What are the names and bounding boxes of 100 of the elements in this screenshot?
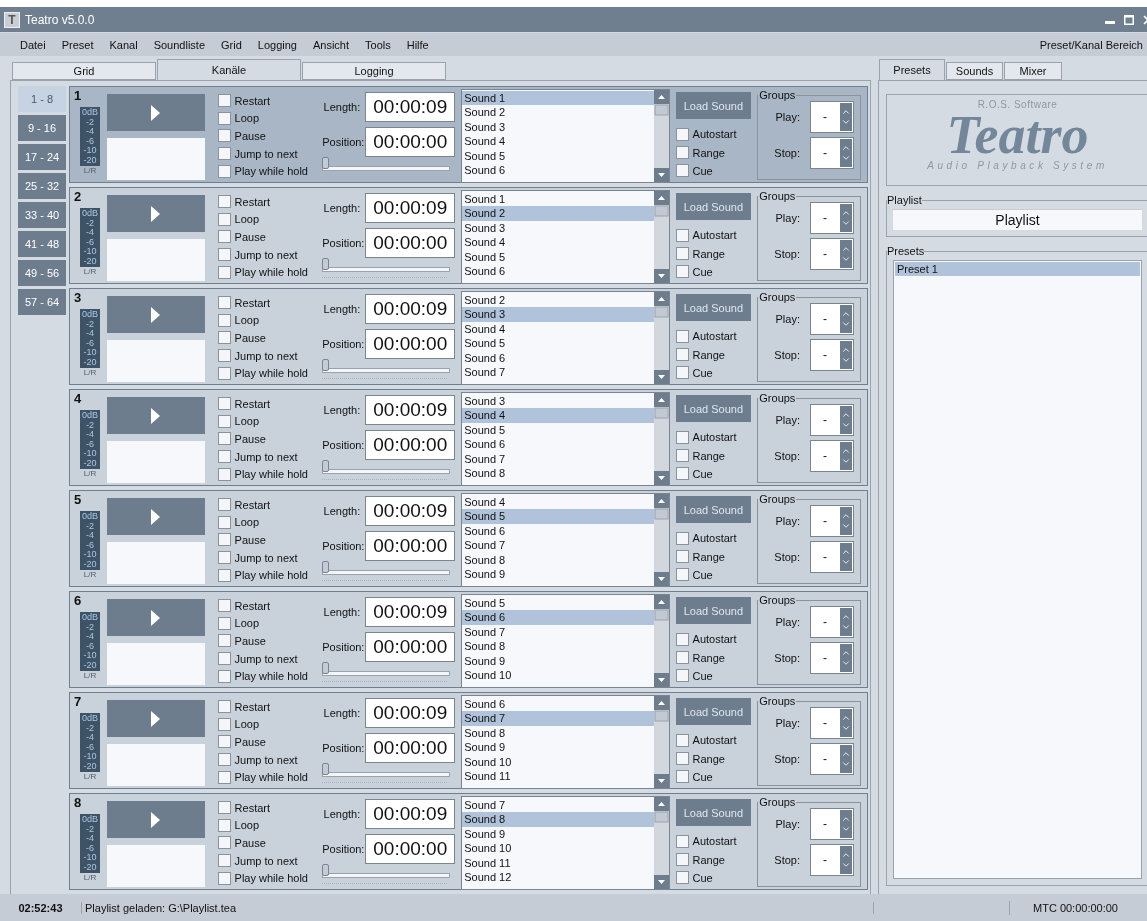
sound-list-item[interactable]: Sound 8 (462, 639, 654, 654)
load-sound-button[interactable]: Load Sound (675, 496, 752, 523)
spinner-arrows-icon[interactable] (840, 543, 852, 571)
sound-list-item[interactable]: Sound 7 (462, 711, 654, 726)
sound-list-item[interactable]: Sound 1 (462, 91, 654, 106)
checkbox[interactable]: Autostart (675, 731, 752, 750)
checkbox[interactable]: Jump to next (217, 245, 323, 264)
spinner-arrows-icon[interactable] (840, 305, 852, 333)
checkbox[interactable]: Play while hold (217, 667, 323, 685)
group-spinner[interactable]: - (810, 642, 854, 674)
checkbox[interactable]: Loop (217, 816, 323, 835)
checkbox[interactable]: Loop (217, 412, 323, 431)
sound-list-item[interactable]: Sound 5 (462, 422, 654, 438)
checkbox[interactable]: Jump to next (217, 750, 323, 769)
checkbox[interactable]: Restart (217, 799, 323, 817)
tab[interactable]: Mixer (1004, 62, 1062, 80)
checkbox[interactable]: Restart (217, 698, 323, 716)
sound-list-item[interactable]: Sound 12 (462, 869, 654, 885)
checkbox[interactable]: Range (675, 850, 752, 869)
bank-button[interactable]: 1 - 8 (18, 86, 66, 112)
checkbox[interactable]: Cue (675, 363, 752, 382)
checkbox[interactable]: Range (675, 244, 752, 263)
sound-list-item[interactable]: Sound 6 (462, 610, 654, 625)
checkbox[interactable]: Cue (675, 464, 752, 483)
sound-list-item[interactable]: Sound 7 (462, 364, 654, 380)
checkbox[interactable]: Autostart (675, 832, 752, 851)
group-spinner[interactable]: - (810, 808, 854, 840)
sound-list-item[interactable]: Sound 3 (462, 394, 654, 409)
checkbox[interactable]: Restart (217, 395, 323, 413)
sound-list-item[interactable]: Sound 8 (462, 812, 654, 827)
sound-list[interactable]: Sound 5 Sound 6 Sound 7 Sound 8 Sound 9 Sound 10 (461, 594, 670, 688)
sound-list-item[interactable]: Sound 4 (462, 235, 654, 250)
slider-thumb[interactable] (322, 763, 330, 776)
group-spinner[interactable]: - (810, 303, 854, 335)
group-spinner[interactable]: - (810, 844, 854, 876)
checkbox[interactable]: Loop (217, 614, 323, 633)
checkbox[interactable]: Play while hold (217, 768, 323, 786)
spinner-arrows-icon[interactable] (840, 507, 852, 535)
checkbox[interactable]: Autostart (675, 327, 752, 346)
sound-list[interactable]: Sound 6 Sound 7 Sound 8 Sound 9 Sound 10 Sound 11 (461, 695, 670, 789)
sound-list-item[interactable]: Sound 10 (462, 841, 654, 856)
tab[interactable]: Sounds (946, 62, 1003, 80)
sound-list-item[interactable]: Sound 3 (462, 307, 654, 322)
sound-list[interactable]: Sound 4 Sound 5 Sound 6 Sound 7 Sound 8 Sound 9 (461, 493, 670, 587)
sound-list-item[interactable]: Sound 4 (462, 495, 654, 510)
load-sound-button[interactable]: Load Sound (675, 597, 752, 624)
tab[interactable]: Grid (12, 62, 156, 80)
sound-list-item[interactable]: Sound 9 (462, 826, 654, 842)
sound-list-item[interactable]: Sound 7 (462, 538, 654, 553)
slider-thumb[interactable] (322, 864, 330, 877)
play-button[interactable] (106, 801, 205, 839)
sound-list-item[interactable]: Sound 5 (462, 336, 654, 351)
checkbox[interactable]: Range (675, 143, 752, 162)
checkbox[interactable]: Pause (217, 632, 323, 650)
checkbox[interactable]: Pause (217, 430, 323, 448)
checkbox[interactable]: Jump to next (217, 649, 323, 668)
spinner-arrows-icon[interactable] (840, 810, 852, 838)
slider-thumb[interactable] (322, 662, 330, 675)
sound-list-item[interactable]: Sound 6 (462, 263, 654, 279)
checkbox[interactable]: Jump to next (217, 447, 323, 466)
menu-item[interactable]: Preset (53, 38, 102, 51)
checkbox[interactable]: Play while hold (217, 263, 323, 281)
sound-list-item[interactable]: Sound 4 (462, 321, 654, 337)
sound-list-item[interactable]: Sound 10 (462, 667, 654, 683)
spinner-arrows-icon[interactable] (840, 644, 852, 672)
scrollbar[interactable] (653, 595, 669, 687)
sound-list-item[interactable]: Sound 1 (462, 192, 654, 207)
spinner-arrows-icon[interactable] (840, 709, 852, 737)
slider-thumb[interactable] (322, 258, 330, 271)
spinner-arrows-icon[interactable] (840, 745, 852, 773)
sound-list-item[interactable]: Sound 3 (462, 119, 654, 135)
scrollbar[interactable] (653, 90, 669, 182)
checkbox[interactable]: Loop (217, 109, 323, 128)
sound-list-item[interactable]: Sound 6 (462, 350, 654, 365)
sound-list-item[interactable]: Sound 2 (462, 206, 654, 221)
menu-item[interactable]: Datei (12, 38, 54, 51)
sound-list[interactable]: Sound 3 Sound 4 Sound 5 Sound 6 Sound 7 Sound 8 (461, 392, 670, 486)
bank-button[interactable]: 49 - 56 (18, 260, 66, 286)
load-sound-button[interactable]: Load Sound (675, 294, 752, 321)
checkbox[interactable]: Restart (217, 193, 323, 211)
checkbox[interactable]: Range (675, 749, 752, 768)
group-spinner[interactable]: - (810, 606, 854, 638)
checkbox[interactable]: Pause (217, 329, 323, 347)
group-spinner[interactable]: - (810, 541, 854, 573)
checkbox[interactable]: Play while hold (217, 465, 323, 483)
group-spinner[interactable]: - (810, 707, 854, 739)
checkbox[interactable]: Play while hold (217, 869, 323, 887)
maximize-icon[interactable] (1124, 14, 1134, 25)
sound-list-item[interactable]: Sound 6 (462, 523, 654, 539)
checkbox[interactable]: Range (675, 648, 752, 667)
preset-list[interactable]: Preset 1 (893, 260, 1142, 879)
sound-list-item[interactable]: Sound 7 (462, 624, 654, 640)
sound-list-item[interactable]: Sound 7 (462, 798, 654, 813)
checkbox[interactable]: Range (675, 446, 752, 465)
sound-list-item[interactable]: Sound 5 (462, 249, 654, 264)
checkbox[interactable]: Jump to next (217, 548, 323, 567)
sound-list-item[interactable]: Sound 9 (462, 740, 654, 755)
bank-button[interactable]: 25 - 32 (18, 173, 66, 199)
spinner-arrows-icon[interactable] (840, 608, 852, 636)
checkbox[interactable]: Jump to next (217, 346, 323, 365)
